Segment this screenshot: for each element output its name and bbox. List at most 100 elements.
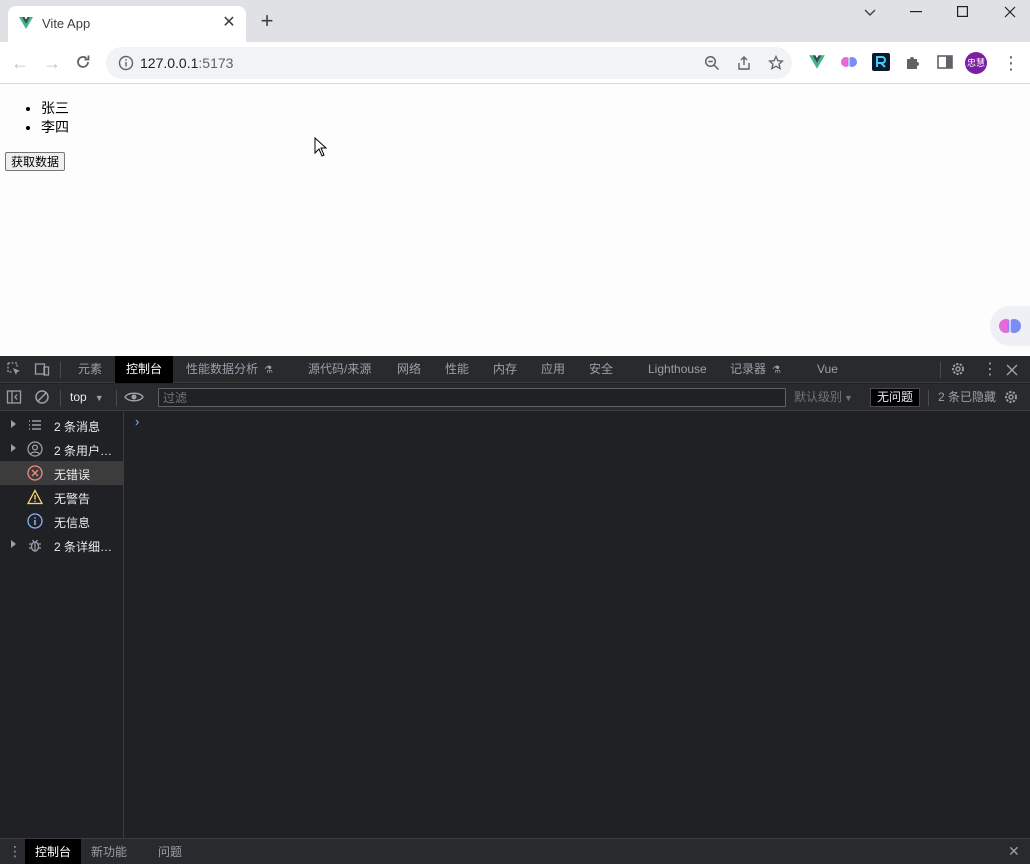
site-info-icon[interactable] xyxy=(118,55,134,71)
fetch-data-button[interactable]: 获取数据 xyxy=(5,152,66,171)
mouse-cursor-icon xyxy=(314,137,328,157)
console-output[interactable]: › xyxy=(125,412,1030,838)
inspect-element-icon[interactable] xyxy=(6,361,22,377)
tab-search-chevron-icon[interactable] xyxy=(864,8,876,18)
close-devtools-icon[interactable] xyxy=(1004,362,1020,378)
sidebar-item-verbose[interactable]: 2 条详细消息 xyxy=(0,533,124,557)
browser-menu-icon[interactable]: ⋮ xyxy=(1002,52,1020,74)
console-filter-input[interactable] xyxy=(158,388,786,407)
close-drawer-icon[interactable]: ✕ xyxy=(1008,843,1020,860)
context-value: top xyxy=(70,390,87,404)
hidden-messages-count: 2 条已隐藏 xyxy=(938,390,997,404)
tab-memory[interactable]: 内存 xyxy=(482,356,528,383)
maximize-icon[interactable] xyxy=(957,6,968,17)
url-text: 127.0.0.1:5173 xyxy=(140,55,233,71)
sidebar-item-info[interactable]: 无信息 xyxy=(0,509,124,533)
back-icon[interactable]: ← xyxy=(8,51,32,75)
devtools-more-icon[interactable]: ⋮ xyxy=(982,359,998,379)
tab-performance-insights[interactable]: 性能数据分析 ⚗ xyxy=(175,356,284,383)
r-extension-icon[interactable] xyxy=(872,53,890,71)
close-tab-icon[interactable]: ✕ xyxy=(220,14,238,32)
tab-strip: Vite App ✕ + xyxy=(0,0,1030,42)
clear-console-icon[interactable] xyxy=(34,389,50,405)
zoom-icon[interactable] xyxy=(704,55,720,71)
drawer-tab-whats-new[interactable]: 新功能 xyxy=(81,839,137,864)
browser-toolbar: ← → 127.0.0.1:5173 忠慧 ⋮ xyxy=(0,42,1030,84)
vue-logo-icon xyxy=(19,17,33,29)
warning-icon xyxy=(27,489,43,505)
device-toolbar-icon[interactable] xyxy=(34,361,50,377)
caret-down-icon: ▼ xyxy=(94,393,104,403)
forward-icon[interactable]: → xyxy=(40,51,64,75)
devtools-tab-bar: 元素 控制台 性能数据分析 ⚗ 源代码/来源 网络 性能 内存 应用 安全 Lig… xyxy=(0,356,1030,383)
toolbar-divider xyxy=(940,362,941,378)
toolbar-divider xyxy=(928,390,929,406)
drawer-tab-console[interactable]: 控制台 xyxy=(25,839,82,864)
tab-sources[interactable]: 源代码/来源 xyxy=(297,356,382,383)
tab-network[interactable]: 网络 xyxy=(386,356,432,383)
tab-vue[interactable]: Vue xyxy=(806,356,849,383)
sidebar-item-label: 无错误 xyxy=(54,468,91,482)
tab-application[interactable]: 应用 xyxy=(530,356,576,383)
sidebar-item-label: 无信息 xyxy=(54,516,91,530)
expand-arrow-icon[interactable] xyxy=(11,444,16,452)
extensions-puzzle-icon[interactable] xyxy=(904,53,922,71)
toolbar-divider xyxy=(116,390,117,406)
sidebar-item-label: 2 条用户消息 xyxy=(54,444,122,458)
tab-security[interactable]: 安全 xyxy=(578,356,624,383)
sidebar-item-label: 无警告 xyxy=(54,492,91,506)
error-icon xyxy=(27,465,43,481)
tab-title: Vite App xyxy=(42,16,91,31)
user-icon xyxy=(27,441,43,457)
url-host: 127.0.0.1 xyxy=(140,55,199,71)
settings-gear-icon[interactable] xyxy=(950,361,966,377)
tab-recorder[interactable]: 记录器 ⚗ xyxy=(719,356,792,383)
live-expression-eye-icon[interactable] xyxy=(124,389,144,405)
minimize-icon[interactable] xyxy=(910,11,922,13)
sidebar-item-warnings[interactable]: 无警告 xyxy=(0,485,124,509)
profile-avatar[interactable]: 忠慧 xyxy=(965,52,987,74)
reload-icon[interactable] xyxy=(74,53,92,71)
bookmark-star-icon[interactable] xyxy=(768,55,784,71)
expand-arrow-icon[interactable] xyxy=(11,540,16,548)
drawer-tab-issues[interactable]: 问题 xyxy=(148,839,192,864)
console-sidebar: 2 条消息 2 条用户消息 无错误 无警告 无信息 2 条详细消息 xyxy=(0,412,124,838)
context-selector[interactable]: top ▼ xyxy=(64,384,104,411)
share-icon[interactable] xyxy=(736,55,752,71)
toggle-sidebar-icon[interactable] xyxy=(6,389,22,405)
tab-elements[interactable]: 元素 xyxy=(67,356,113,383)
issues-button[interactable]: 无问题 xyxy=(870,388,921,407)
sidebar-item-user-messages[interactable]: 2 条用户消息 xyxy=(0,437,124,461)
vue-devtools-extension-icon[interactable] xyxy=(808,53,826,71)
url-port: :5173 xyxy=(198,55,234,71)
sidebar-item-label: 2 条详细消息 xyxy=(54,540,122,554)
ai-brain-extension-icon[interactable] xyxy=(840,53,858,71)
drawer-more-icon[interactable]: ⋮ xyxy=(8,843,22,860)
caret-down-icon: ▼ xyxy=(844,393,853,403)
floating-ai-assistant-button[interactable] xyxy=(990,306,1030,346)
toolbar-divider xyxy=(60,390,61,406)
close-window-icon[interactable] xyxy=(1004,6,1016,18)
side-panel-icon[interactable] xyxy=(936,53,954,71)
console-toolbar: top ▼ 默认级别▼ 无问题 2 条已隐藏 xyxy=(0,384,1030,411)
console-settings-gear-icon[interactable] xyxy=(1003,389,1019,405)
address-bar[interactable]: 127.0.0.1:5173 xyxy=(106,47,792,79)
log-levels-dropdown[interactable]: 默认级别 ▼ xyxy=(794,384,853,411)
new-tab-icon[interactable]: + xyxy=(256,10,278,33)
sidebar-item-errors[interactable]: 无错误 xyxy=(0,461,124,485)
person-list: 张三 李四 xyxy=(41,99,69,137)
browser-tab[interactable]: Vite App ✕ xyxy=(8,6,246,42)
experiment-flask-icon: ⚗ xyxy=(264,365,273,376)
expand-arrow-icon[interactable] xyxy=(11,420,16,428)
list-item: 张三 xyxy=(41,99,69,118)
info-icon xyxy=(27,513,43,529)
experiment-flask-icon: ⚗ xyxy=(772,365,781,376)
devtools-drawer: ⋮ 控制台 新功能 问题 ✕ xyxy=(0,838,1030,864)
sidebar-item-messages[interactable]: 2 条消息 xyxy=(0,413,124,437)
tab-lighthouse[interactable]: Lighthouse xyxy=(637,356,718,383)
tab-performance[interactable]: 性能 xyxy=(434,356,480,383)
sidebar-item-label: 2 条消息 xyxy=(54,420,101,434)
tab-performance-insights-label: 性能数据分析 xyxy=(186,362,259,376)
tab-console[interactable]: 控制台 xyxy=(115,356,174,383)
console-prompt-chevron-icon[interactable]: › xyxy=(135,414,139,429)
